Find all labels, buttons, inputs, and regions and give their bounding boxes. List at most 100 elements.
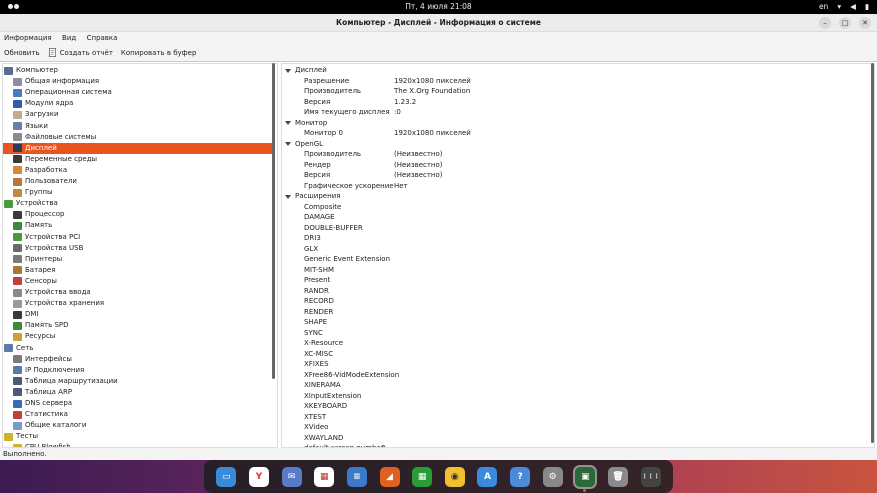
tree-item[interactable]: Батарея [3,265,273,276]
window-titlebar[interactable]: Компьютер - Дисплей - Информация о систе… [0,14,877,32]
details-row[interactable]: Generic Event Extension [282,254,862,265]
details-scrollbar[interactable] [871,63,874,443]
tree-item[interactable]: DMI [3,309,273,320]
details-row[interactable]: XINERAMA [282,380,862,391]
details-row[interactable]: Composite [282,202,862,213]
details-row[interactable]: Present [282,275,862,286]
details-section-header[interactable]: Дисплей [282,65,862,76]
close-button[interactable]: ✕ [859,17,871,29]
tree-item[interactable]: Статистика [3,409,273,420]
settings-app-icon[interactable]: ⚙ [542,466,563,487]
tree-item[interactable]: Дисплей [3,142,273,154]
details-row[interactable]: Рендер (Неизвестно) [282,160,862,171]
tree-item[interactable]: Модули ядра [3,98,273,109]
expander-icon[interactable] [285,142,291,146]
tree-item[interactable]: Файловые системы [3,132,273,143]
tree-item[interactable]: Устройства ввода [3,287,273,298]
help-app-icon[interactable]: ? [510,466,531,487]
details-row[interactable]: Версия (Неизвестно) [282,170,862,181]
menu-info[interactable]: Информация [0,32,52,42]
tree-item[interactable]: Разработка [3,165,273,176]
category-tree[interactable]: Компьютер Общая информация Операционная си… [2,63,278,448]
tree-item[interactable]: Интерфейсы [3,354,273,365]
show-apps-icon[interactable]: ⋮⋮⋮ [640,466,661,487]
tree-item[interactable]: Тесты [3,431,273,442]
trash-app-icon[interactable]: 🗑 [608,466,628,487]
details-row[interactable]: DOUBLE-BUFFER [282,223,862,234]
tree-item[interactable]: DNS сервера [3,398,273,409]
calendar-app-icon[interactable]: ▦ [314,466,335,487]
details-row[interactable]: Разрешение 1920x1080 пикселей [282,76,862,87]
clock[interactable]: Пт, 4 июля 21:08 [0,2,877,11]
details-section-header[interactable]: Монитор [282,118,862,129]
tree-item[interactable]: IP Подключения [3,365,273,376]
details-row[interactable]: XInputExtension [282,391,862,402]
expander-icon[interactable] [285,194,291,199]
spreadsheet-app-icon[interactable]: ▦ [412,466,433,487]
presentation-app-icon[interactable]: ◢ [379,466,400,487]
details-row[interactable]: XWAYLAND [282,433,862,444]
tree-item[interactable]: Таблица ARP [3,387,273,398]
tree-item[interactable]: Языки [3,121,273,132]
details-section-header[interactable]: Расширения [282,191,862,202]
create-report-button[interactable]: Создать отчёт [44,48,117,57]
tree-item[interactable]: Сенсоры [3,276,273,287]
details-row[interactable]: SYNC [282,328,862,339]
tree-item[interactable]: Пользователи [3,176,273,187]
details-row[interactable]: MIT-SHM [282,265,862,276]
details-row[interactable]: SHAPE [282,317,862,328]
details-row[interactable]: Производитель (Неизвестно) [282,149,862,160]
details-row[interactable]: RECORD [282,296,862,307]
tree-item[interactable]: Загрузки [3,109,273,120]
tree-item[interactable]: Группы [3,187,273,198]
refresh-button[interactable]: Обновить [0,49,44,57]
details-row[interactable]: RANDR [282,286,862,297]
tree-item[interactable]: Общая информация [3,76,273,87]
expander-icon[interactable] [285,121,291,125]
tree-item[interactable]: Устройства USB [3,243,273,254]
tree-item[interactable]: Память [3,220,273,231]
battery-icon[interactable]: ▮ [865,2,869,11]
details-row[interactable]: Графическое ускорение Нет [282,181,862,192]
details-pane[interactable]: Дисплей Разрешение 1920x1080 пикселей Произ… [281,63,875,448]
details-row[interactable]: XC-MISC [282,349,862,360]
details-row[interactable]: XFIXES [282,359,862,370]
tree-item[interactable]: Процессор [3,209,273,220]
hardinfo-app-icon[interactable]: ▣ [573,464,598,492]
details-row[interactable]: Монитор 0 1920x1080 пикселей [282,128,862,139]
tree-item[interactable]: Принтеры [3,254,273,265]
files-app-icon[interactable]: ▭ [216,466,237,487]
network-icon[interactable]: ▾ [837,2,841,11]
tree-item[interactable]: Устройства PCI [3,232,273,243]
details-row[interactable]: XFree86-VidModeExtension [282,370,862,381]
mail-app-icon[interactable]: ✉ [281,466,302,487]
tree-item[interactable]: Переменные среды [3,154,273,165]
tree-item[interactable]: Общие каталоги [3,420,273,431]
tree-item[interactable]: Устройства хранения [3,298,273,309]
details-row[interactable]: XTEST [282,412,862,423]
details-row[interactable]: DRI3 [282,233,862,244]
music-app-icon[interactable]: ◉ [444,466,465,487]
details-row[interactable]: Имя текущего дисплея:0 [282,107,862,118]
notes-app-icon[interactable]: ≡ [346,466,367,487]
details-row[interactable]: Версия 1.23.2 [282,97,862,108]
appstore-app-icon[interactable]: A [477,466,498,487]
expander-icon[interactable] [285,68,291,73]
details-row[interactable]: DAMAGE [282,212,862,223]
tree-item[interactable]: Ресурсы [3,331,273,342]
tree-item[interactable]: Сеть [3,343,273,354]
details-row[interactable]: Производитель The X.Org Foundation [282,86,862,97]
details-row[interactable]: XKEYBOARD [282,401,862,412]
tree-item[interactable]: Компьютер [3,65,273,76]
tree-scrollbar[interactable] [272,63,275,379]
yandex-browser-icon[interactable]: Y [248,466,269,487]
menu-help[interactable]: Справка [83,32,118,42]
details-row[interactable]: RENDER [282,307,862,318]
details-section-header[interactable]: OpenGL [282,139,862,150]
maximize-button[interactable]: □ [839,17,851,29]
tree-item[interactable]: Устройства [3,198,273,209]
details-row[interactable]: XVideo [282,422,862,433]
tree-item[interactable]: Таблица маршрутизации [3,376,273,387]
details-row[interactable]: GLX [282,244,862,255]
menu-view[interactable]: Вид [58,32,76,42]
